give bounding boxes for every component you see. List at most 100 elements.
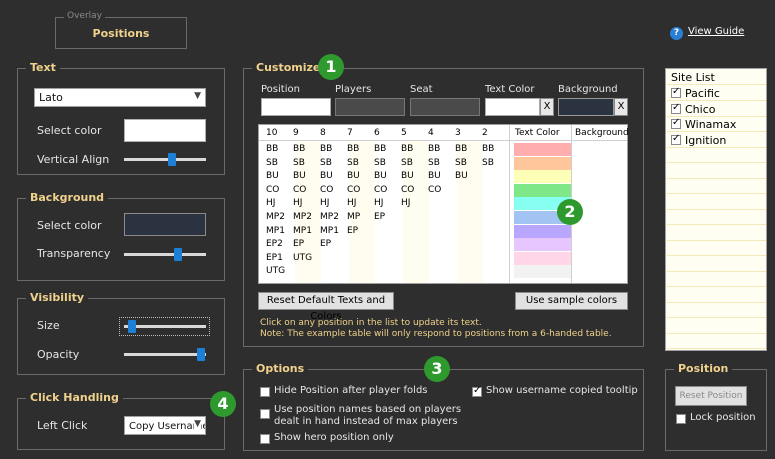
text-color-swatch-cell[interactable] xyxy=(514,183,571,197)
position-cell[interactable]: CO xyxy=(293,185,306,195)
background-input[interactable] xyxy=(558,98,614,116)
site-list-item[interactable]: Pacific xyxy=(667,86,766,101)
position-cell[interactable]: BB xyxy=(374,144,386,154)
use-sample-colors-button[interactable]: Use sample colors xyxy=(515,292,628,310)
position-cell[interactable]: SB xyxy=(401,158,413,168)
position-cell[interactable]: MP1 xyxy=(293,226,312,236)
position-cell[interactable]: SB xyxy=(347,158,359,168)
text-color-input[interactable] xyxy=(485,98,540,116)
reset-default-button[interactable]: Reset Default Texts and Colors xyxy=(258,292,394,322)
position-cell[interactable]: CO xyxy=(347,185,360,195)
show-tooltip-checkbox[interactable] xyxy=(472,385,482,397)
position-cell[interactable]: BU xyxy=(455,171,468,181)
position-cell[interactable]: BB xyxy=(482,144,494,154)
position-cell[interactable]: BU xyxy=(266,171,279,181)
position-cell[interactable]: MP xyxy=(347,212,360,222)
players-input[interactable] xyxy=(335,98,405,116)
site-checkbox[interactable] xyxy=(671,86,681,98)
opacity-track[interactable] xyxy=(124,353,206,356)
position-cell[interactable]: BB xyxy=(455,144,467,154)
position-cell[interactable]: BB xyxy=(320,144,332,154)
seat-input[interactable] xyxy=(410,98,480,116)
left-click-select[interactable]: Copy Username ▼ xyxy=(124,416,206,435)
position-cell[interactable]: SB xyxy=(320,158,332,168)
position-cell[interactable]: EP xyxy=(347,226,358,236)
view-guide-link[interactable]: View Guide xyxy=(688,26,744,37)
position-cell[interactable]: UTG xyxy=(266,266,285,276)
position-cell[interactable]: SB xyxy=(428,158,440,168)
text-color-swatch[interactable] xyxy=(124,119,206,142)
position-cell[interactable]: MP2 xyxy=(293,212,312,222)
position-cell[interactable]: BB xyxy=(347,144,359,154)
position-cell[interactable]: EP xyxy=(374,212,385,222)
position-cell[interactable]: BU xyxy=(347,171,360,181)
text-color-swatch-cell[interactable] xyxy=(514,170,571,184)
position-cell[interactable]: MP2 xyxy=(266,212,285,222)
help-icon[interactable]: ? xyxy=(670,27,683,40)
site-list-item[interactable]: Ignition xyxy=(667,133,766,148)
site-checkbox[interactable] xyxy=(671,133,681,145)
position-cell[interactable]: MP1 xyxy=(320,226,339,236)
position-cell[interactable]: HJ xyxy=(266,198,275,208)
reset-position-button[interactable]: Reset Position xyxy=(675,386,747,406)
site-list-item[interactable]: Chico xyxy=(667,102,766,117)
text-color-clear-button[interactable]: X xyxy=(540,98,554,116)
position-cell[interactable]: EP1 xyxy=(266,253,283,263)
position-cell[interactable]: CO xyxy=(401,185,414,195)
position-cell[interactable]: EP xyxy=(320,239,331,249)
position-cell[interactable]: EP2 xyxy=(266,239,283,249)
transparency-thumb[interactable] xyxy=(174,248,182,261)
seat-header: 7 xyxy=(347,128,353,138)
position-cell[interactable]: BU xyxy=(428,171,441,181)
position-cell[interactable]: CO xyxy=(374,185,387,195)
position-cell[interactable]: CO xyxy=(320,185,333,195)
site-checkbox[interactable] xyxy=(671,102,681,114)
position-cell[interactable]: BB xyxy=(428,144,440,154)
site-list-item[interactable]: Winamax xyxy=(667,117,766,132)
position-cell[interactable]: BU xyxy=(401,171,414,181)
position-cell[interactable]: SB xyxy=(455,158,467,168)
size-track[interactable] xyxy=(124,325,206,328)
hide-after-folds-checkbox[interactable] xyxy=(260,387,270,397)
position-cell[interactable]: EP xyxy=(293,239,304,249)
position-cell[interactable]: HJ xyxy=(347,198,356,208)
use-position-names-checkbox[interactable] xyxy=(260,409,270,419)
font-select[interactable]: Lato ▼ xyxy=(34,88,206,107)
text-color-swatch-cell[interactable] xyxy=(514,251,571,265)
position-cell[interactable]: BU xyxy=(320,171,333,181)
position-cell[interactable]: SB xyxy=(482,158,494,168)
position-cell[interactable]: CO xyxy=(266,185,279,195)
bg-color-swatch[interactable] xyxy=(124,213,206,236)
position-cell[interactable]: UTG xyxy=(293,253,312,263)
text-color-swatch-cell[interactable] xyxy=(514,156,571,170)
text-color-swatch-cell[interactable] xyxy=(514,265,571,279)
text-color-swatch-cell[interactable] xyxy=(514,143,571,156)
position-cell[interactable]: MP2 xyxy=(320,212,339,222)
lock-position-checkbox[interactable] xyxy=(676,414,686,424)
position-cell[interactable]: MP1 xyxy=(266,226,285,236)
transparency-track[interactable] xyxy=(124,253,206,256)
vertical-align-thumb[interactable] xyxy=(168,153,176,166)
position-cell[interactable]: BU xyxy=(293,171,306,181)
text-color-swatch-cell[interactable] xyxy=(514,224,571,238)
position-cell[interactable]: HJ xyxy=(374,198,383,208)
position-cell[interactable]: SB xyxy=(266,158,278,168)
position-cell[interactable]: HJ xyxy=(401,198,410,208)
position-input[interactable] xyxy=(261,98,331,116)
background-clear-button[interactable]: X xyxy=(614,98,628,116)
hero-only-checkbox[interactable] xyxy=(260,434,270,444)
position-cell[interactable]: BB xyxy=(293,144,305,154)
text-color-swatch-cell[interactable] xyxy=(514,238,571,252)
position-cell[interactable]: BU xyxy=(374,171,387,181)
position-cell[interactable]: SB xyxy=(293,158,305,168)
position-cell[interactable]: BB xyxy=(266,144,278,154)
position-cell[interactable]: CO xyxy=(428,185,441,195)
position-cell[interactable]: HJ xyxy=(320,198,329,208)
site-checkbox[interactable] xyxy=(671,117,681,129)
size-thumb[interactable] xyxy=(128,320,136,333)
position-cell[interactable]: BB xyxy=(401,144,413,154)
position-cell[interactable]: HJ xyxy=(293,198,302,208)
position-cell[interactable]: SB xyxy=(374,158,386,168)
opacity-thumb[interactable] xyxy=(197,348,205,361)
vertical-align-track[interactable] xyxy=(124,158,206,161)
